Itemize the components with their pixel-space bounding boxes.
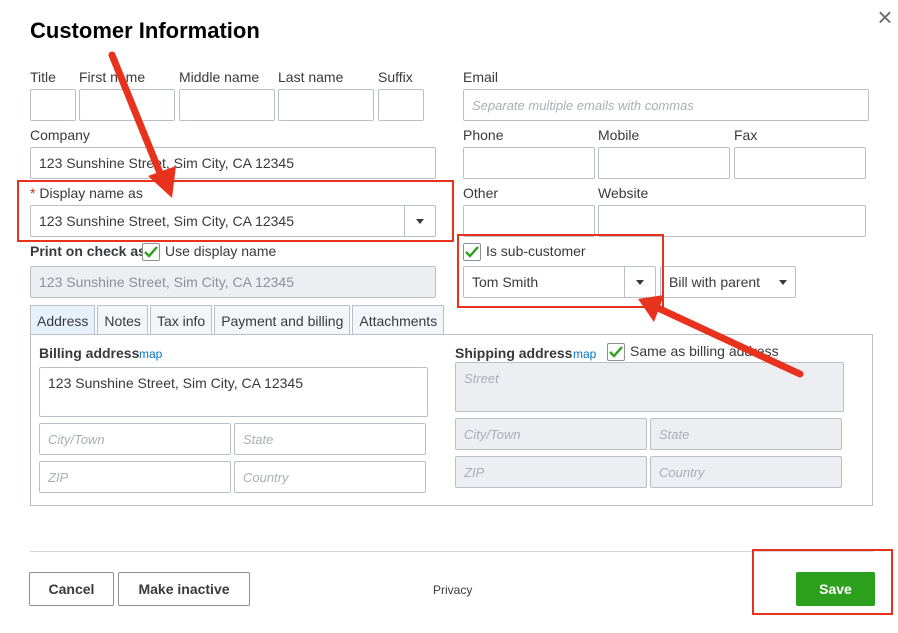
arrow-to-display-name xyxy=(112,55,176,198)
annotation-arrows xyxy=(0,0,898,633)
arrow-to-sub-customer xyxy=(638,295,800,374)
